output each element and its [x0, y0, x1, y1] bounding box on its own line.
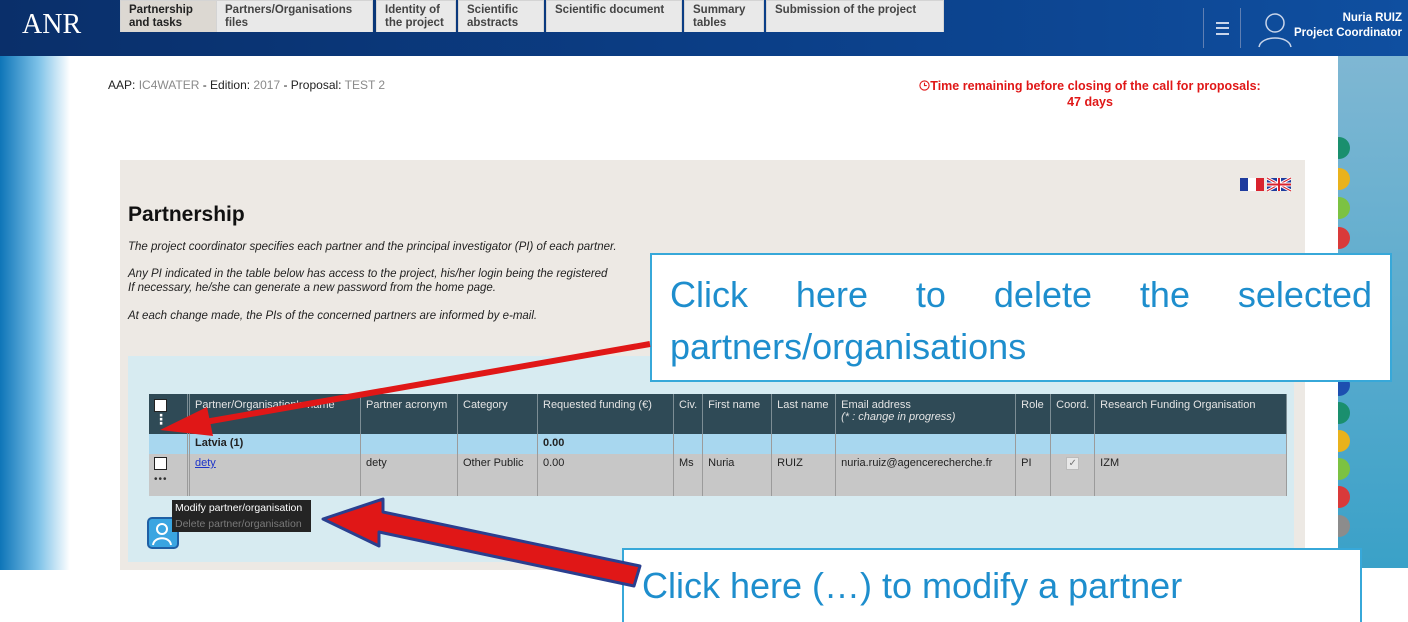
delete-arrow [160, 341, 651, 436]
modify-arrow [321, 497, 642, 588]
annotation-arrows [160, 341, 651, 588]
